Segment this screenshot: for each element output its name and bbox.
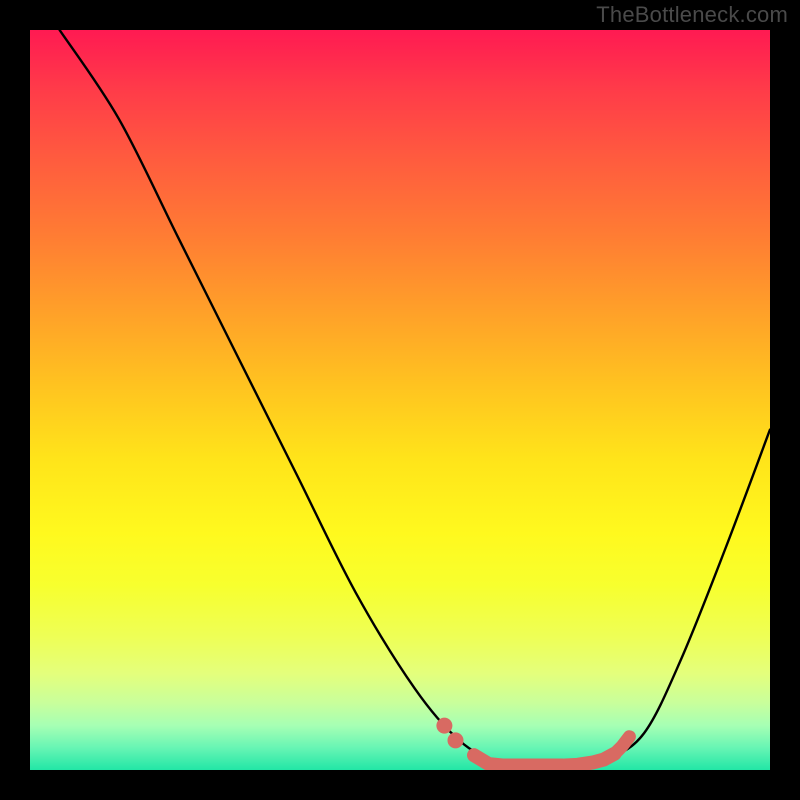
plot-area [30,30,770,770]
bottleneck-curve [60,30,770,766]
highlight-tail [604,737,630,760]
highlight-segment [474,754,615,766]
watermark-text: TheBottleneck.com [596,2,788,28]
marker-dot [448,732,464,748]
chart-frame: TheBottleneck.com [0,0,800,800]
bottleneck-chart [30,30,770,770]
marker-dot [436,718,452,734]
highlight-markers [436,718,629,766]
